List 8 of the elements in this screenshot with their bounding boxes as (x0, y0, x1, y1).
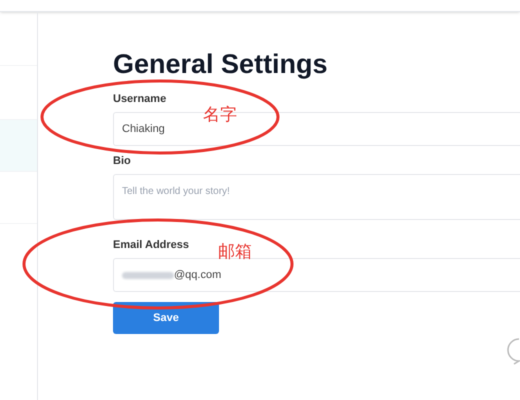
chat-icon[interactable] (506, 337, 520, 365)
input-field[interactable]: @qq.com (113, 258, 520, 292)
sidebar-item[interactable] (0, 120, 37, 172)
field-label: Username (113, 92, 166, 106)
field-label: Bio (113, 154, 131, 168)
page-title: General Settings (113, 48, 329, 80)
save-button[interactable]: Save (113, 302, 219, 334)
field-label: Email Address (113, 238, 190, 252)
